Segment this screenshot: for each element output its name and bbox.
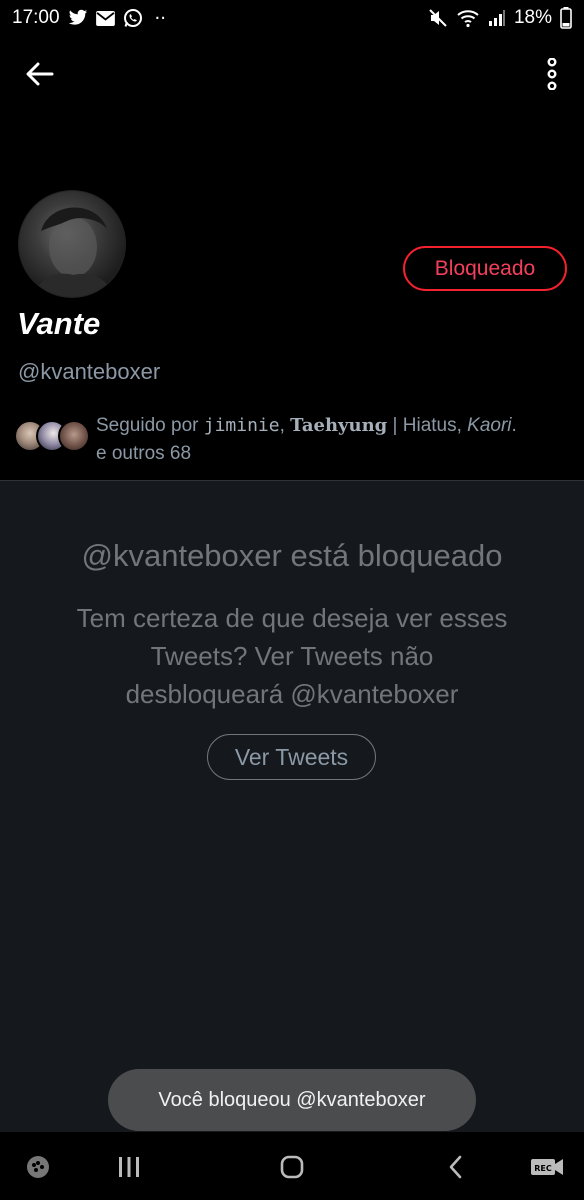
blocked-title: @kvanteboxer está bloqueado xyxy=(81,538,503,573)
follower-avatars xyxy=(14,420,94,454)
recents-button[interactable] xyxy=(111,1152,147,1182)
back-icon xyxy=(449,1155,462,1179)
followed-by-text: Seguido por jiminie, Taehyung | Hiatus, … xyxy=(96,412,517,468)
arrow-left-icon xyxy=(26,62,54,86)
followed-by-prefix: Seguido por xyxy=(96,415,204,436)
blocked-panel: @kvanteboxer está bloqueado Tem certeza … xyxy=(0,480,584,1132)
profile-handle: @kvanteboxer xyxy=(18,359,161,384)
view-tweets-button[interactable]: Ver Tweets xyxy=(207,734,376,780)
twitter-icon xyxy=(68,9,88,27)
game-launcher-icon xyxy=(27,1156,49,1178)
avatar-photo xyxy=(33,207,115,297)
battery-icon xyxy=(560,7,572,29)
status-bar: 17:00 ·· 18% xyxy=(0,0,584,36)
whatsapp-icon xyxy=(123,8,143,28)
profile-avatar[interactable] xyxy=(18,190,126,298)
back-button[interactable] xyxy=(22,58,58,90)
screen-recorder-icon: REC xyxy=(531,1159,563,1175)
blocked-button[interactable]: Bloqueado xyxy=(403,246,567,291)
top-bar xyxy=(0,50,584,98)
follower-avatar xyxy=(58,420,90,452)
status-time: 17:00 xyxy=(12,7,60,28)
display-name: Vante xyxy=(17,306,101,341)
game-launcher-button[interactable] xyxy=(20,1152,56,1182)
separator: , xyxy=(279,415,291,436)
toast-message: Você bloqueou @kvanteboxer xyxy=(108,1069,476,1131)
follower-name: Taehyung xyxy=(290,415,388,436)
signal-icon xyxy=(488,9,506,27)
follower-name: Kaori xyxy=(467,415,512,436)
home-icon xyxy=(280,1155,304,1179)
rec-label: REC xyxy=(534,1164,552,1173)
status-dots: ·· xyxy=(154,7,166,29)
status-right: 18% xyxy=(428,7,572,29)
follower-name: jiminie xyxy=(203,415,280,436)
followed-by[interactable]: Seguido por jiminie, Taehyung | Hiatus, … xyxy=(14,410,574,470)
blocked-description: Tem certeza de que deseja ver esses Twee… xyxy=(76,603,508,709)
more-vertical-icon xyxy=(547,58,557,90)
mute-icon xyxy=(428,8,448,28)
system-back-button[interactable] xyxy=(438,1152,474,1182)
battery-percent: 18% xyxy=(513,7,552,28)
nav-bar: REC xyxy=(0,1132,584,1200)
mail-icon xyxy=(95,10,115,26)
period: . xyxy=(511,415,517,436)
recents-icon xyxy=(119,1157,139,1177)
screen-recorder-button[interactable]: REC xyxy=(527,1152,567,1182)
followed-by-line2: e outros 68 xyxy=(96,443,192,464)
home-button[interactable] xyxy=(274,1152,310,1182)
followed-by-line1: Seguido por jiminie, Taehyung | Hiatus, … xyxy=(96,412,517,440)
status-left: 17:00 ·· xyxy=(12,7,166,29)
more-options-button[interactable] xyxy=(542,56,562,92)
screen: 17:00 ·· 18% Bloqueado Vante @kvanteboxe… xyxy=(0,0,584,1200)
wifi-icon xyxy=(456,8,480,28)
follower-name: | Hiatus, xyxy=(387,415,468,436)
